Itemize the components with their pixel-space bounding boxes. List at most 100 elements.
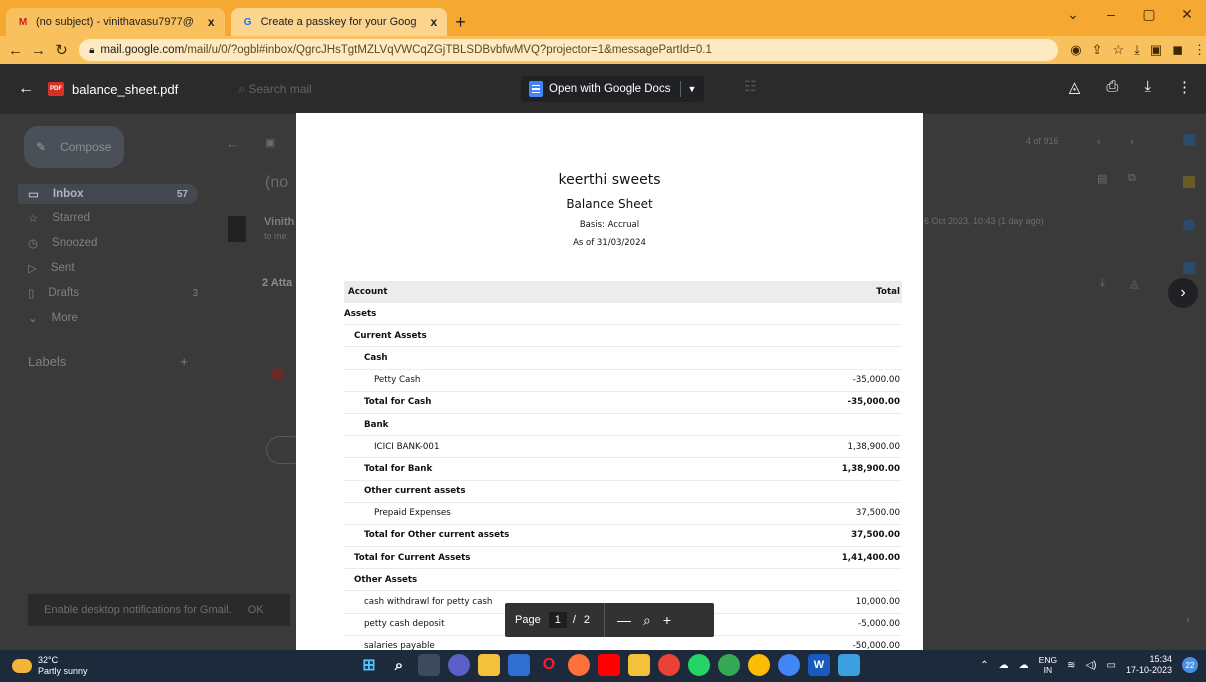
calendar-icon[interactable] <box>1183 134 1195 146</box>
print-icon[interactable]: ⎙ <box>1106 78 1118 96</box>
language-indicator[interactable]: ENG IN <box>1039 655 1057 675</box>
notification-badge[interactable]: 22 <box>1182 657 1198 673</box>
volume-icon[interactable]: ◁) <box>1085 660 1096 671</box>
chevron-right-icon[interactable]: › <box>1186 614 1190 626</box>
url-field[interactable]: 🔒︎ mail.google.com/mail/u/0/?ogbl#inbox/… <box>79 39 1059 61</box>
open-with-button[interactable]: Open with Google Docs ▼ <box>521 76 705 102</box>
tab-gmail[interactable]: M (no subject) - vinithavasu7977@ x <box>6 8 225 36</box>
weather-widget[interactable]: 32°C Partly sunny <box>12 655 88 677</box>
share-icon[interactable]: ⇪ <box>1092 42 1103 58</box>
clock[interactable]: 15:34 17-10-2023 <box>1126 654 1172 676</box>
account-name: Other Assets <box>354 574 418 585</box>
archive-icon[interactable]: ▣ <box>265 136 275 149</box>
zoom-out-icon[interactable]: — <box>617 612 631 628</box>
teams-icon[interactable] <box>448 654 470 676</box>
sidebar-item-more[interactable]: ⌄ More <box>28 311 198 325</box>
sidebar-item-inbox[interactable]: ▭ Inbox 57 <box>18 184 198 204</box>
balance-sheet-table: Account Total Assets Current Assets Cash Pe… <box>344 281 902 650</box>
compose-button[interactable]: ✎ Compose <box>24 126 124 168</box>
total-pages: 2 <box>583 614 591 626</box>
next-file-button[interactable]: › <box>1168 278 1198 308</box>
account-total: 1,41,400.00 <box>841 552 900 563</box>
close-window-icon[interactable]: ✕ <box>1168 6 1206 23</box>
chrome-profile-2-icon[interactable] <box>748 654 770 676</box>
new-tab-button[interactable]: + <box>455 8 466 36</box>
current-page-input[interactable]: 1 <box>548 612 567 628</box>
file-explorer-icon[interactable] <box>478 654 500 676</box>
back-icon[interactable]: ← <box>4 42 27 59</box>
download-icon[interactable]: ⤓ <box>1134 42 1140 58</box>
add-to-drive-icon[interactable]: ◬ <box>1069 78 1081 96</box>
download-icon[interactable]: ⤓ <box>1144 78 1151 96</box>
caret-down-icon[interactable]: ▼ <box>687 84 696 94</box>
account-name: Total for Bank <box>364 463 433 474</box>
wifi-icon[interactable]: ≋ <box>1067 660 1075 671</box>
close-icon[interactable]: x <box>208 15 215 29</box>
firefox-icon[interactable] <box>568 654 590 676</box>
chevron-left-icon[interactable]: ‹ <box>1097 136 1101 148</box>
cloud-icon[interactable]: ☁ <box>999 660 1009 671</box>
add-label-icon[interactable]: + <box>180 354 188 369</box>
gmail-icon: M <box>18 16 28 28</box>
drive-add-icon[interactable]: ◬ <box>1130 277 1138 290</box>
labels-section: Labels + <box>28 354 188 369</box>
back-arrow-icon[interactable]: ← <box>18 80 34 98</box>
zoom-in-icon[interactable]: + <box>663 612 671 628</box>
restore-icon[interactable]: ▢ <box>1130 6 1168 23</box>
notes-icon[interactable] <box>628 654 650 676</box>
battery-icon[interactable]: ▭ <box>1107 660 1116 671</box>
photos-icon[interactable] <box>838 654 860 676</box>
zoom-icon[interactable]: ⌕ <box>643 612 651 629</box>
download-all-icon[interactable]: ⤓ <box>1100 277 1105 290</box>
tasks-icon[interactable] <box>1183 219 1195 231</box>
chevron-right-icon[interactable]: › <box>1130 136 1134 148</box>
file-name: balance_sheet.pdf <box>72 81 179 97</box>
chrome-icon[interactable] <box>658 654 680 676</box>
task-view-icon[interactable] <box>418 654 440 676</box>
chrome-active-icon[interactable] <box>778 654 800 676</box>
column-header-account: Account <box>348 286 388 297</box>
store-icon[interactable] <box>508 654 530 676</box>
table-row: Prepaid Expenses 37,500.00 <box>344 503 902 525</box>
youtube-icon[interactable] <box>598 654 620 676</box>
search-placeholder-text: Search mail <box>248 81 312 96</box>
chrome-profile-icon[interactable] <box>718 654 740 676</box>
sidebar-item-snoozed[interactable]: ◷ Snoozed <box>28 236 198 250</box>
search-icon[interactable]: ⌕ <box>388 654 410 676</box>
sidebar-item-starred[interactable]: ☆ Starred <box>28 211 198 225</box>
keep-icon[interactable] <box>1183 176 1195 188</box>
minimize-icon[interactable]: – <box>1092 6 1130 22</box>
eye-icon[interactable]: ◉ <box>1070 42 1081 58</box>
opera-icon[interactable]: O <box>538 654 560 676</box>
windows-start-icon[interactable]: ⊞ <box>358 654 380 676</box>
chevron-down-icon[interactable]: ⌄ <box>1054 6 1092 23</box>
sidebar-item-drafts[interactable]: ▯ Drafts 3 <box>28 286 198 300</box>
account-total: 10,000.00 <box>855 597 900 608</box>
contacts-icon[interactable] <box>1183 262 1195 274</box>
notification-ok-button[interactable]: OK <box>248 604 264 616</box>
sender-name: Vinith <box>264 216 295 228</box>
reload-icon[interactable]: ↻ <box>50 41 73 59</box>
star-icon[interactable]: ☆ <box>1113 42 1125 58</box>
divider <box>680 81 682 97</box>
whatsapp-icon[interactable] <box>688 654 710 676</box>
close-icon[interactable]: x <box>431 15 438 29</box>
back-to-inbox-icon[interactable]: ← <box>226 136 239 151</box>
open-new-window-icon[interactable]: ⧉ <box>1128 172 1136 185</box>
print-icon[interactable]: ▤ <box>1097 172 1107 185</box>
table-row: Cash <box>344 347 902 370</box>
chevron-up-icon[interactable]: ⌃ <box>980 660 988 671</box>
account-name: Petty Cash <box>374 375 421 386</box>
onedrive-icon[interactable]: ☁ <box>1019 660 1029 671</box>
menu-icon[interactable]: ⋮ <box>1193 42 1206 58</box>
word-icon[interactable]: W <box>808 654 830 676</box>
attachment-thumbnail[interactable] <box>272 369 284 379</box>
forward-icon[interactable]: → <box>27 42 50 59</box>
profile-icon[interactable]: ◼ <box>1172 42 1183 58</box>
page-navigation: Page 1 / 2 — ⌕ + <box>505 603 714 637</box>
tab-passkey[interactable]: G Create a passkey for your Goog x <box>230 8 448 36</box>
sidebar-item-sent[interactable]: ▷ Sent <box>28 261 198 275</box>
page-separator: / <box>572 614 576 626</box>
sidepanel-icon[interactable]: ▣ <box>1150 42 1162 58</box>
more-options-icon[interactable]: ⋮ <box>1177 78 1192 96</box>
